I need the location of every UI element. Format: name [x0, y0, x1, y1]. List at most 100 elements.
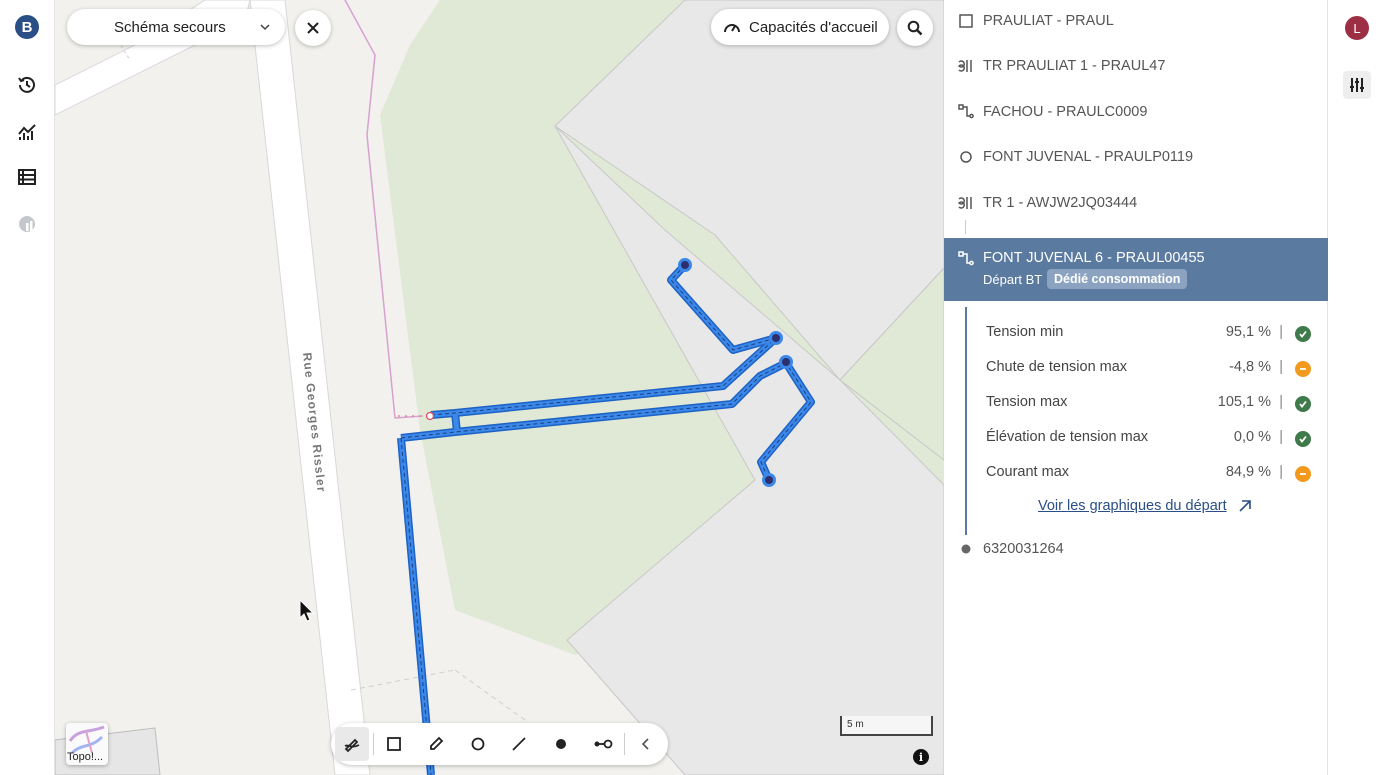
- minus-icon: [1295, 361, 1311, 377]
- tool-circle[interactable]: [461, 727, 495, 761]
- minus-icon: [1295, 466, 1311, 482]
- circle-outline-icon: [958, 149, 974, 165]
- search-button[interactable]: [897, 10, 933, 46]
- globe-chart-icon: [19, 216, 35, 232]
- tree-item-label: FONT JUVENAL - PRAULP0119: [983, 149, 1194, 165]
- capacity-button[interactable]: Capacités d'accueil: [711, 9, 889, 45]
- basemap-switcher[interactable]: Topo!...: [66, 723, 108, 765]
- tree-connector: [965, 220, 966, 234]
- right-toolbar: L: [1329, 0, 1384, 775]
- tree-item-feeder[interactable]: FACHOU - PRAULC0009: [944, 97, 1328, 127]
- gauge-icon: [724, 24, 740, 33]
- tree-item-label: FACHOU - PRAULC0009: [983, 104, 1148, 120]
- table-button[interactable]: [11, 161, 43, 193]
- selected-feeder-title: FONT JUVENAL 6 - PRAUL00455: [983, 250, 1205, 266]
- sliders-icon: [1350, 78, 1364, 92]
- tool-point[interactable]: [544, 727, 578, 761]
- metric-label: Tension max: [986, 394, 1068, 410]
- scheme-select[interactable]: Schéma secours: [67, 9, 285, 45]
- history-icon: [18, 76, 35, 93]
- settings-filter-button[interactable]: [1343, 71, 1371, 99]
- metric-value: 95,1 %: [1225, 324, 1271, 340]
- tree-item-transformer[interactable]: TR PRAULIAT 1 - PRAUL47: [944, 51, 1328, 81]
- close-icon: [307, 22, 319, 34]
- history-button[interactable]: [11, 69, 43, 101]
- metric-label: Courant max: [986, 464, 1070, 480]
- dot-icon: [958, 541, 974, 557]
- external-arrow-icon[interactable]: [1238, 499, 1252, 513]
- feeder-graphs-link[interactable]: Voir les graphiques du départ: [1038, 498, 1227, 514]
- transformer-icon: [958, 58, 974, 74]
- feeder-icon: [958, 104, 974, 120]
- tree-item-substation[interactable]: PRAULIAT - PRAUL: [944, 6, 1328, 36]
- rectangle-icon: [387, 737, 401, 751]
- chart-icon: [18, 124, 36, 140]
- metric-row: Tension min 95,1 % |: [986, 324, 1311, 344]
- tool-rectangle[interactable]: [377, 727, 411, 761]
- tool-connector[interactable]: [586, 727, 620, 761]
- close-scheme-button[interactable]: [295, 10, 331, 46]
- metric-value: 84,9 %: [1225, 464, 1271, 480]
- tool-pencil[interactable]: [419, 727, 453, 761]
- map-scale-bar: 5 m: [840, 716, 933, 736]
- line-icon: [512, 737, 526, 751]
- metric-separator: |: [1279, 324, 1283, 340]
- metric-label: Tension min: [986, 324, 1064, 340]
- metric-row: Élévation de tension max 0,0 % |: [986, 429, 1311, 449]
- metric-label: Chute de tension max: [986, 359, 1128, 375]
- brand-logo[interactable]: B: [15, 15, 39, 39]
- basemap-label: Topo!...: [67, 751, 104, 763]
- tree-item-node[interactable]: FONT JUVENAL - PRAULP0119: [944, 142, 1328, 172]
- metric-value: -4,8 %: [1229, 359, 1271, 375]
- info-button[interactable]: i: [913, 749, 929, 765]
- point-icon: [556, 739, 566, 749]
- globe-analytics-button[interactable]: [11, 208, 43, 240]
- metric-value: 105,1 %: [1217, 394, 1271, 410]
- metric-value: 0,0 %: [1233, 429, 1271, 445]
- tool-line[interactable]: [502, 727, 536, 761]
- selected-feeder[interactable]: FONT JUVENAL 6 - PRAUL00455 Départ BT Dé…: [944, 238, 1328, 301]
- metric-separator: |: [1279, 394, 1283, 410]
- map-view[interactable]: Rue Georges Rissler Schéma secours Capac…: [55, 0, 944, 775]
- metric-separator: |: [1279, 464, 1283, 480]
- check-icon: [1295, 396, 1311, 412]
- table-icon: [18, 169, 36, 185]
- analytics-button[interactable]: [11, 116, 43, 148]
- toolbar-collapse-button[interactable]: [629, 727, 663, 761]
- feeder-type-badge: Dédié consommation: [1047, 269, 1188, 289]
- tree-item-transformer-2[interactable]: TR 1 - AWJW2JQ03444: [944, 188, 1328, 218]
- transformer-icon: [958, 195, 974, 211]
- left-navigation: B: [0, 0, 55, 775]
- pencil-icon: [430, 736, 444, 750]
- draw-select-icon: [344, 738, 360, 753]
- tree-item-label: TR 1 - AWJW2JQ03444: [983, 195, 1138, 211]
- check-icon: [1295, 326, 1311, 342]
- selected-feeder-subtitle: Départ BT: [983, 272, 1043, 287]
- tree-item-label: TR PRAULIAT 1 - PRAUL47: [983, 58, 1166, 74]
- tree-item-meter[interactable]: 6320031264: [944, 534, 1328, 564]
- search-icon: [907, 20, 923, 36]
- toolbar-divider: [373, 733, 374, 755]
- tool-draw-select[interactable]: [335, 727, 369, 761]
- metric-separator: |: [1279, 429, 1283, 445]
- user-avatar[interactable]: L: [1345, 16, 1369, 40]
- capacity-button-label: Capacités d'accueil: [749, 18, 878, 36]
- metric-row: Chute de tension max -4,8 % |: [986, 359, 1311, 379]
- chevron-left-icon: [641, 738, 649, 750]
- feeder-icon: [958, 251, 974, 266]
- drawing-toolbar: [331, 723, 668, 765]
- circle-icon: [471, 737, 485, 751]
- tree-item-label: 6320031264: [983, 541, 1064, 557]
- tree-item-label: PRAULIAT - PRAUL: [983, 13, 1114, 29]
- chevron-down-icon: [260, 24, 270, 31]
- network-panel: PRAULIAT - PRAUL TR PRAULIAT 1 - PRAUL47…: [944, 0, 1328, 775]
- map-canvas: Rue Georges Rissler: [55, 0, 944, 775]
- toolbar-divider: [624, 733, 625, 755]
- metric-row: Courant max 84,9 % |: [986, 464, 1311, 484]
- metric-label: Élévation de tension max: [986, 429, 1149, 445]
- scheme-select-value: Schéma secours: [114, 18, 226, 36]
- connector-icon: [594, 739, 613, 749]
- metric-row: Tension max 105,1 % |: [986, 394, 1311, 414]
- app-root: B Rue Georges Rissler Schéma secours Cap…: [0, 0, 1384, 775]
- square-icon: [958, 13, 974, 29]
